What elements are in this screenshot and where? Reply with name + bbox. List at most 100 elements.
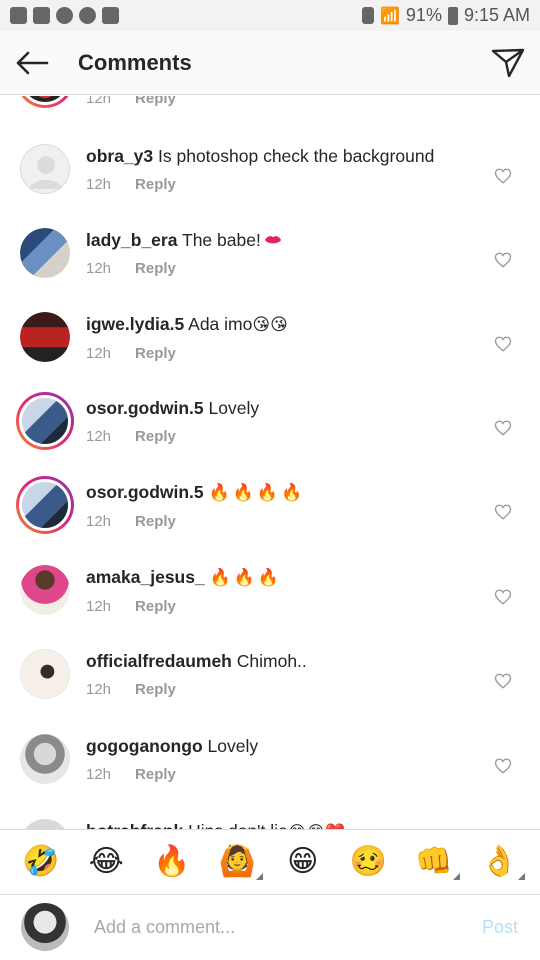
comment-username[interactable]: gogoganongo <box>86 736 203 756</box>
emoji-woozy-button[interactable]: 🥴 <box>348 842 388 882</box>
status-bar: 📶 91% 9:15 AM <box>0 0 540 31</box>
comment-item: officialfredaumeh Chimoh.. 12h Reply <box>0 649 540 733</box>
reply-button[interactable]: Reply <box>135 513 176 530</box>
fire-icon: 🔥🔥🔥🔥 <box>208 483 306 502</box>
sim-icon <box>362 7 374 24</box>
reply-button[interactable]: Reply <box>135 766 176 783</box>
comment-time: 12h <box>86 96 112 107</box>
skin-tone-caret-icon <box>518 873 526 880</box>
lips-icon <box>264 236 281 244</box>
paper-plane-icon <box>491 48 525 78</box>
comment-item: amaka_jesus_ 🔥🔥🔥 12h Reply <box>0 565 540 649</box>
gallery-icon <box>102 7 119 24</box>
post-button[interactable]: Post <box>482 917 518 938</box>
battery-icon <box>447 6 458 25</box>
reply-button[interactable]: Reply <box>135 176 176 193</box>
comment-text: Ada imo <box>188 314 253 334</box>
avatar[interactable] <box>20 144 70 194</box>
comment-input[interactable] <box>94 911 454 943</box>
comment-time: 12h <box>86 598 112 615</box>
avatar[interactable] <box>20 312 70 362</box>
comment-item: hotrebfrank Hips don't lie😂😂❤️ <box>0 819 540 829</box>
emoji-person-button[interactable]: 🙆 <box>217 842 264 882</box>
avatar[interactable] <box>16 96 74 108</box>
reply-button[interactable]: Reply <box>135 428 176 445</box>
kiss-face-icon: 😘😘 <box>252 315 288 334</box>
comment-time: 12h <box>86 681 112 698</box>
battery-percent: 91% <box>405 5 442 25</box>
comment-text: Is photoshop check the background <box>158 146 435 166</box>
avatar[interactable] <box>20 734 70 784</box>
reply-button[interactable]: Reply <box>135 96 176 107</box>
comment-text: Hips don't lie <box>188 821 288 829</box>
back-button[interactable] <box>0 31 64 95</box>
comment-text: Chimoh.. <box>236 651 307 671</box>
emoji-quick-bar: 🤣 😂 🔥 🙆 😁 🥴 👊 👌 <box>0 829 540 894</box>
emoji-grin-button[interactable]: 😁 <box>283 842 323 882</box>
avatar[interactable] <box>20 228 70 278</box>
my-avatar <box>21 903 69 951</box>
fire-icon: 🔥🔥🔥 <box>209 568 283 587</box>
comment-item: osor.godwin.5 🔥🔥🔥🔥 12h Reply <box>0 476 540 564</box>
emoji-ok-hand-button[interactable]: 👌 <box>479 842 526 882</box>
heart-icon[interactable] <box>494 672 512 690</box>
avatar[interactable] <box>16 476 74 534</box>
heart-icon[interactable] <box>494 335 512 353</box>
comment-username[interactable]: igwe.lydia.5 <box>86 314 184 334</box>
whatsapp-icon <box>56 7 73 24</box>
comment-username[interactable]: officialfredaumeh <box>86 651 232 671</box>
heart-icon[interactable] <box>494 167 512 185</box>
heart-icon[interactable] <box>494 419 512 437</box>
screenshot-icon <box>33 7 50 24</box>
page-title: Comments <box>78 49 192 75</box>
facebook-icon <box>10 7 27 24</box>
default-avatar-icon <box>29 156 63 189</box>
comment-time: 12h <box>86 260 112 277</box>
comment-text: Lovely <box>207 736 259 756</box>
comment-username[interactable]: amaka_jesus_ <box>86 567 205 587</box>
heart-icon[interactable] <box>494 503 512 521</box>
emoji-joy-button[interactable]: 😂 <box>86 842 126 882</box>
arrow-left-icon <box>16 51 49 74</box>
avatar[interactable] <box>20 649 70 699</box>
heart-icon[interactable] <box>494 757 512 775</box>
comment-item: 12h Reply <box>0 96 540 118</box>
clock: 9:15 AM <box>463 5 530 25</box>
heart-icon[interactable] <box>494 588 512 606</box>
comment-item: lady_b_era The babe! 12h Reply <box>0 228 540 312</box>
comment-list[interactable]: 12h Reply obra_y3 Is photoshop check the… <box>0 96 540 829</box>
comment-text: The babe! <box>182 230 261 250</box>
comment-time: 12h <box>86 345 112 362</box>
skin-tone-caret-icon <box>452 873 460 880</box>
comment-username[interactable]: osor.godwin.5 <box>86 482 204 502</box>
comment-composer: Post <box>0 894 540 960</box>
comment-username[interactable]: hotrebfrank <box>86 821 183 829</box>
comment-time: 12h <box>86 766 112 783</box>
comment-item: igwe.lydia.5 Ada imo😘😘 12h Reply <box>0 312 540 396</box>
comment-username[interactable]: obra_y3 <box>86 146 153 166</box>
header: Comments <box>0 31 540 95</box>
reply-button[interactable]: Reply <box>135 681 176 698</box>
comment-username[interactable]: osor.godwin.5 <box>86 398 204 418</box>
share-button[interactable] <box>490 45 526 81</box>
comment-username[interactable]: lady_b_era <box>86 230 177 250</box>
comment-item: gogoganongo Lovely 12h Reply <box>0 734 540 818</box>
status-notification-icons <box>10 7 119 24</box>
whatsapp-business-icon <box>79 7 96 24</box>
reply-button[interactable]: Reply <box>135 260 176 277</box>
avatar[interactable] <box>20 819 70 829</box>
comment-item: osor.godwin.5 Lovely 12h Reply <box>0 392 540 480</box>
emoji-fist-button[interactable]: 👊 <box>414 842 460 882</box>
comment-time: 12h <box>86 513 112 530</box>
wifi-icon: 📶 <box>380 7 400 25</box>
comment-item: obra_y3 Is photoshop check the backgroun… <box>0 144 540 228</box>
reply-button[interactable]: Reply <box>135 598 176 615</box>
status-system-icons: 📶 91% 9:15 AM <box>362 5 530 26</box>
reply-button[interactable]: Reply <box>135 345 176 362</box>
emoji-fire-button[interactable]: 🔥 <box>152 842 192 882</box>
avatar[interactable] <box>20 565 70 615</box>
comment-text: Lovely <box>208 398 260 418</box>
emoji-rofl-button[interactable]: 🤣 <box>21 842 61 882</box>
heart-icon[interactable] <box>494 251 512 269</box>
avatar[interactable] <box>16 392 74 450</box>
